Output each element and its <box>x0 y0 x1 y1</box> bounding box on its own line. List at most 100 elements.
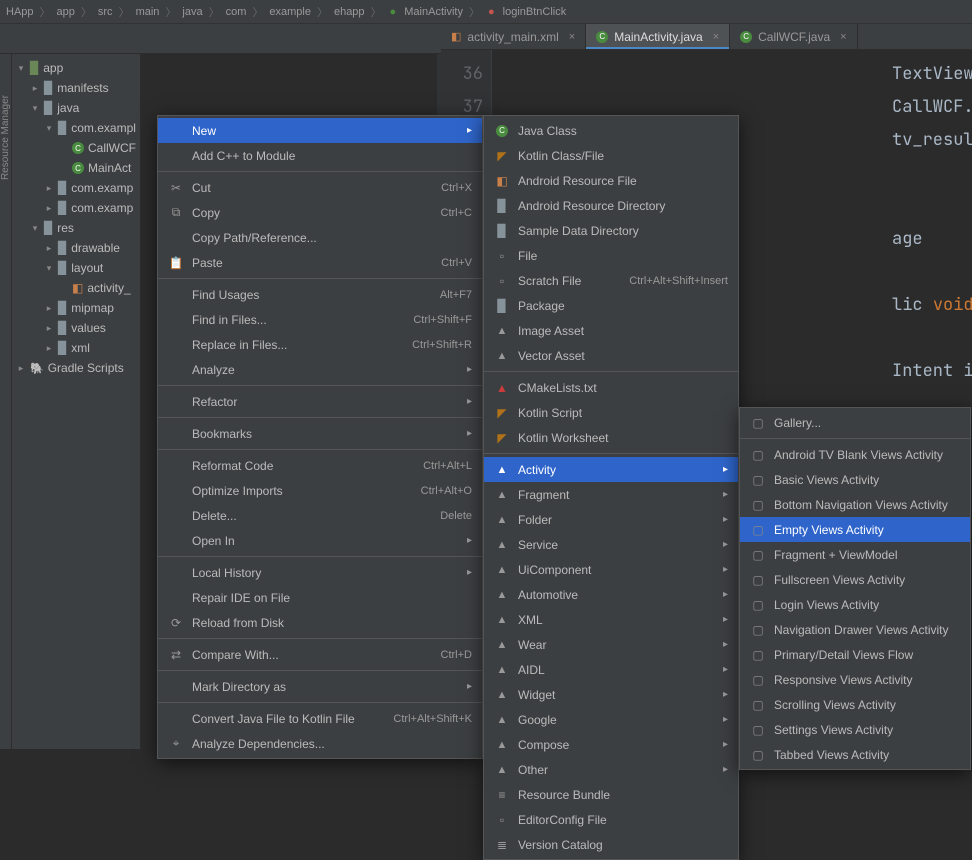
editor-tabs[interactable]: ◧activity_main.xml×CMainActivity.java×CC… <box>141 24 972 50</box>
menu-item[interactable]: ▢Primary/Detail Views Flow <box>740 642 970 667</box>
menu-item[interactable]: ▢Fullscreen Views Activity <box>740 567 970 592</box>
menu-item[interactable]: ▢Basic Views Activity <box>740 467 970 492</box>
menu-item[interactable]: ▲Vector Asset <box>484 343 738 368</box>
menu-item[interactable]: ⧉CopyCtrl+C <box>158 200 482 225</box>
menu-item[interactable]: ▲Automotive▸ <box>484 582 738 607</box>
menu-item[interactable]: ▢Settings Views Activity <box>740 717 970 742</box>
menu-item[interactable]: ▲Compose▸ <box>484 732 738 757</box>
menu-item[interactable]: Delete...Delete <box>158 503 482 528</box>
tree-node[interactable]: ▸▉mipmap <box>12 298 140 318</box>
menu-item[interactable]: ▲AIDL▸ <box>484 657 738 682</box>
menu-item[interactable]: ▲Service▸ <box>484 532 738 557</box>
menu-item[interactable]: ▫Scratch FileCtrl+Alt+Shift+Insert <box>484 268 738 293</box>
menu-item[interactable]: ▢Login Views Activity <box>740 592 970 617</box>
breadcrumb-segment[interactable]: com <box>224 6 249 18</box>
code-line[interactable]: age <box>892 223 972 256</box>
code-line[interactable]: lic void login <box>892 289 972 322</box>
editor-tab[interactable]: CMainActivity.java× <box>586 24 730 49</box>
menu-item[interactable]: ▉Sample Data Directory <box>484 218 738 243</box>
breadcrumb-segment[interactable]: ● loginBtnClick <box>484 6 568 18</box>
menu-item[interactable]: ▲Fragment▸ <box>484 482 738 507</box>
menu-item[interactable]: Reformat CodeCtrl+Alt+L <box>158 453 482 478</box>
tree-node[interactable]: ▸▉manifests <box>12 78 140 98</box>
menu-item[interactable]: ▉Package <box>484 293 738 318</box>
menu-item[interactable]: ▢Responsive Views Activity <box>740 667 970 692</box>
tree-caret[interactable]: ▸ <box>16 363 26 374</box>
menu-item[interactable]: ≡Resource Bundle <box>484 782 738 807</box>
menu-item[interactable]: New▸ <box>158 118 482 143</box>
menu-item[interactable]: ▲Activity▸ <box>484 457 738 482</box>
tree-caret[interactable]: ▾ <box>30 223 40 234</box>
tree-node[interactable]: ▾▉java <box>12 98 140 118</box>
breadcrumb-segment[interactable]: example <box>267 6 313 18</box>
menu-item[interactable]: ▲Image Asset <box>484 318 738 343</box>
breadcrumb-segment[interactable]: java <box>180 6 204 18</box>
menu-item[interactable]: ▲CMakeLists.txt <box>484 375 738 400</box>
activity-submenu[interactable]: ▢Gallery... ▢Android TV Blank Views Activ… <box>739 407 971 770</box>
tree-node[interactable]: ▾▉app <box>12 58 140 78</box>
close-icon[interactable]: × <box>713 31 719 43</box>
tree-node[interactable]: ▸▉com.examp <box>12 198 140 218</box>
tree-caret[interactable]: ▸ <box>44 343 54 354</box>
menu-item[interactable]: Replace in Files...Ctrl+Shift+R <box>158 332 482 357</box>
code-line[interactable] <box>892 157 972 190</box>
tree-node[interactable]: CMainAct <box>12 158 140 178</box>
menu-item[interactable]: Copy Path/Reference... <box>158 225 482 250</box>
breadcrumb[interactable]: HApp〉app〉src〉main〉java〉com〉example〉ehapp… <box>0 0 972 24</box>
menu-item[interactable]: ▢Bottom Navigation Views Activity <box>740 492 970 517</box>
tree-caret[interactable]: ▾ <box>44 123 54 134</box>
project-view-title[interactable]: Android <box>39 32 114 46</box>
menu-item[interactable]: Mark Directory as▸ <box>158 674 482 699</box>
tree-caret[interactable]: ▸ <box>30 83 40 94</box>
code-line[interactable] <box>892 190 972 223</box>
menu-item[interactable]: ◤Kotlin Class/File <box>484 143 738 168</box>
context-menu[interactable]: New▸Add C++ to Module✂CutCtrl+X⧉CopyCtrl… <box>157 115 483 759</box>
menu-item[interactable]: ≣Version Catalog <box>484 832 738 857</box>
project-view-header[interactable]: ▲ Android ▼ <box>12 24 140 54</box>
tree-node[interactable]: ◧activity_ <box>12 278 140 298</box>
breadcrumb-segment[interactable]: src <box>96 6 115 18</box>
tree-node[interactable]: ▸▉xml <box>12 338 140 358</box>
tree-caret[interactable]: ▸ <box>44 323 54 334</box>
menu-item[interactable]: Add C++ to Module <box>158 143 482 168</box>
menu-item[interactable]: Analyze▸ <box>158 357 482 382</box>
menu-item[interactable]: Find in Files...Ctrl+Shift+F <box>158 307 482 332</box>
tree-caret[interactable]: ▸ <box>44 183 54 194</box>
breadcrumb-segment[interactable]: main <box>134 6 162 18</box>
code-line[interactable]: tv_result.set <box>892 124 972 157</box>
menu-item[interactable]: ▢Android TV Blank Views Activity <box>740 442 970 467</box>
menu-item[interactable]: Refactor▸ <box>158 389 482 414</box>
editor-tab[interactable]: CCallWCF.java× <box>730 24 857 49</box>
tree-caret[interactable]: ▾ <box>44 263 54 274</box>
menu-item[interactable]: Convert Java File to Kotlin FileCtrl+Alt… <box>158 706 482 731</box>
tree-node[interactable]: ▾▉res <box>12 218 140 238</box>
menu-item[interactable]: Repair IDE on File <box>158 585 482 610</box>
menu-item[interactable]: Local History▸ <box>158 560 482 585</box>
menu-item[interactable]: 📋PasteCtrl+V <box>158 250 482 275</box>
tree-caret[interactable]: ▸ <box>44 203 54 214</box>
tree-node[interactable]: ▸▉drawable <box>12 238 140 258</box>
menu-item[interactable]: Open In▸ <box>158 528 482 553</box>
tree-node[interactable]: ▸🐘Gradle Scripts <box>12 358 140 378</box>
code-line[interactable]: TextView tv_r <box>892 58 972 91</box>
tree-caret[interactable]: ▾ <box>30 103 40 114</box>
menu-item[interactable]: Find UsagesAlt+F7 <box>158 282 482 307</box>
tool-window-stripe[interactable]: ▤ Resource Manager <box>0 24 12 749</box>
menu-item[interactable]: ▢Tabbed Views Activity <box>740 742 970 767</box>
menu-item[interactable]: ▲Google▸ <box>484 707 738 732</box>
menu-item[interactable]: ⇄Compare With...Ctrl+D <box>158 642 482 667</box>
dropdown-icon[interactable]: ▼ <box>122 33 132 44</box>
code-line[interactable] <box>892 256 972 289</box>
breadcrumb-segment[interactable]: ehapp <box>332 6 367 18</box>
menu-item[interactable]: ⌖Analyze Dependencies... <box>158 731 482 756</box>
breadcrumb-segment[interactable]: HApp <box>4 6 36 18</box>
breadcrumb-segment[interactable]: app <box>55 6 77 18</box>
menu-item[interactable]: ▉Android Resource Directory <box>484 193 738 218</box>
menu-item[interactable]: ▲Widget▸ <box>484 682 738 707</box>
tree-caret[interactable]: ▾ <box>16 63 26 74</box>
menu-item[interactable]: ▢Gallery... <box>740 410 970 435</box>
tree-caret[interactable]: ▸ <box>44 243 54 254</box>
menu-item[interactable]: Bookmarks▸ <box>158 421 482 446</box>
menu-item[interactable]: ▲XML▸ <box>484 607 738 632</box>
menu-item[interactable]: ▲Folder▸ <box>484 507 738 532</box>
